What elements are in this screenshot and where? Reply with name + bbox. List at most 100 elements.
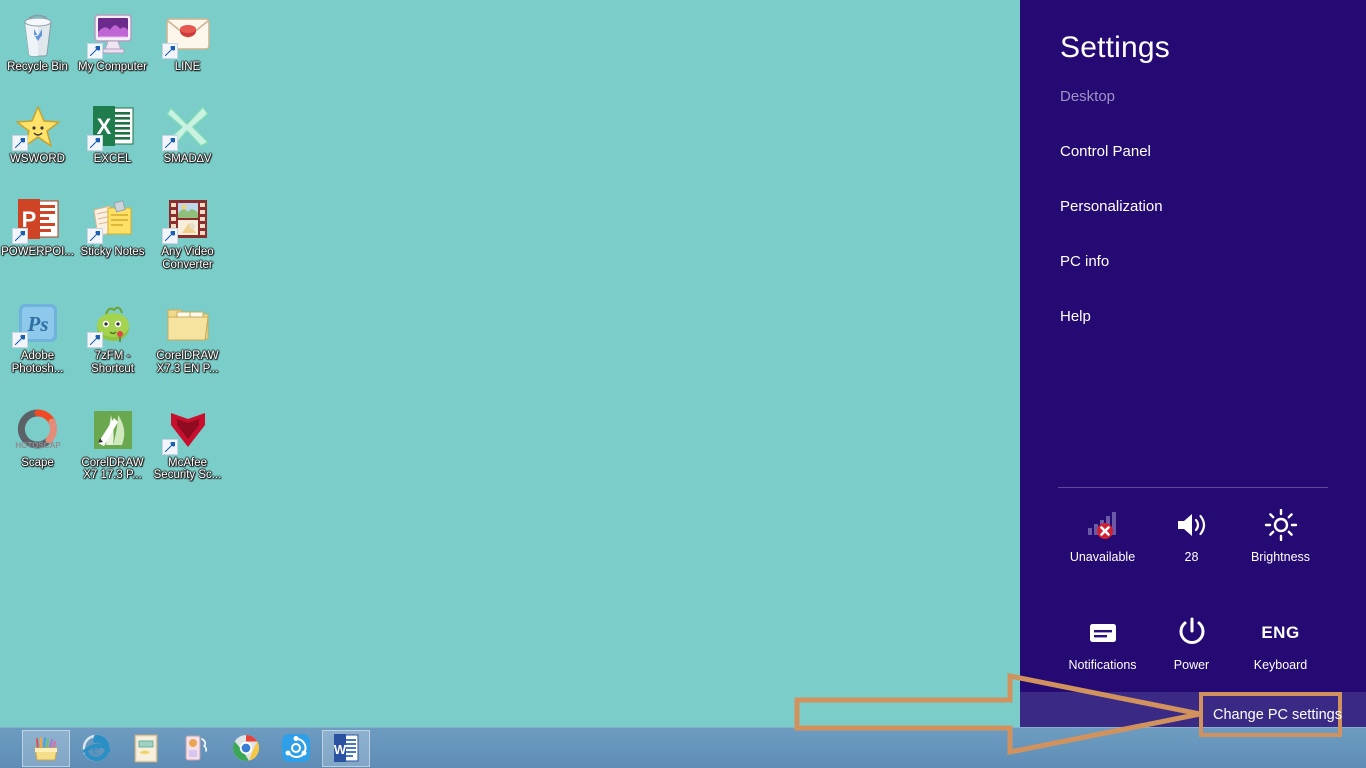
photoshop-icon: Ps xyxy=(11,299,62,349)
desktop-icon-label: Sticky Notes xyxy=(80,246,145,259)
desktop-icon-label: EXCEL xyxy=(93,152,132,165)
shortcut-badge-icon xyxy=(161,228,178,245)
desktop-icon-coreldraw-folder[interactable]: CorelDRAW X7.3 EN P... xyxy=(150,293,225,375)
desktop-icon-excel[interactable]: X EXCEL xyxy=(75,96,150,166)
desktop-icon-powerpoint[interactable]: P POWERPOI... xyxy=(0,189,75,271)
photoscape-icon: PHOTOSCAPE xyxy=(14,406,62,454)
shortcut-badge-icon xyxy=(161,43,178,59)
quick-setting-label: 28 xyxy=(1184,550,1199,564)
7zip-icon xyxy=(86,299,137,349)
settings-link-desktop[interactable]: Desktop xyxy=(1060,82,1350,112)
settings-link-pc-info[interactable]: PC info xyxy=(1060,247,1350,277)
coreldraw-icon xyxy=(89,406,137,454)
desktop-icon-smadav[interactable]: SMAD∆V xyxy=(150,96,225,166)
desktop-icon-label: POWERPOI... xyxy=(1,246,74,259)
desktop-icon-label: Adobe Photosh... xyxy=(11,350,64,375)
quick-setting-label: Notifications xyxy=(1068,658,1137,672)
desktop-icon-recycle-bin[interactable]: Recycle Bin xyxy=(0,4,75,74)
quick-setting-label: Power xyxy=(1173,658,1210,672)
desktop-icon-wsword[interactable]: WSWORD xyxy=(0,96,75,166)
desktop-icon-label: WSWORD xyxy=(10,152,65,165)
google-chrome-icon xyxy=(231,733,261,763)
brightness-icon xyxy=(1264,505,1298,545)
taskbar-item-crayon-box[interactable] xyxy=(22,729,70,767)
shortcut-badge-icon xyxy=(86,134,103,151)
excel-icon: X xyxy=(86,102,137,151)
quick-setting-brightness[interactable]: Brightness xyxy=(1236,505,1325,564)
shortcut-badge-icon xyxy=(11,134,28,151)
quick-setting-label: Brightness xyxy=(1250,550,1311,564)
charm-separator xyxy=(1058,487,1328,488)
taskbar-item-microsoft-word[interactable]: W xyxy=(322,729,370,767)
settings-link-personalization[interactable]: Personalization xyxy=(1060,192,1350,222)
desktop-icon-sticky-notes[interactable]: Sticky Notes xyxy=(75,189,150,271)
volume-icon xyxy=(1175,505,1209,545)
star-icon xyxy=(11,102,62,151)
icon-row: Ps Adobe Photosh... 7zFM - Shortcut Core… xyxy=(0,293,230,375)
taskbar-item-google-chrome[interactable] xyxy=(222,730,270,767)
quick-setting-keyboard[interactable]: ENG Keyboard xyxy=(1236,613,1325,672)
icon-row: P POWERPOI... Sticky Notes Any Video Con… xyxy=(0,189,230,271)
sticky-notes-icon xyxy=(86,195,137,245)
desktop-icon-photoshop[interactable]: Ps Adobe Photosh... xyxy=(0,293,75,375)
powerpoint-icon: P xyxy=(11,195,62,245)
quick-setting-notifications[interactable]: Notifications xyxy=(1058,613,1147,672)
desktop-icon-label: Scape xyxy=(21,456,54,469)
icon-row: PHOTOSCAPE Scape CorelDRAW X7 17.3 P... xyxy=(0,400,230,482)
desktop-icon-7zfm[interactable]: 7zFM - Shortcut xyxy=(75,293,150,375)
desktop-icon-any-video-converter[interactable]: Any Video Converter xyxy=(150,189,225,271)
taskbar-item-shareit[interactable] xyxy=(272,730,320,767)
shortcut-badge-icon xyxy=(11,332,28,349)
mcafee-icon xyxy=(161,406,212,455)
network-unavailable-icon xyxy=(1086,505,1120,545)
svg-text:W: W xyxy=(334,742,347,757)
desktop-icon-coreldraw[interactable]: CorelDRAW X7 17.3 P... xyxy=(75,400,150,482)
icon-row: WSWORD X EXCEL SMAD∆V xyxy=(0,96,230,166)
recycle-bin-icon xyxy=(14,10,62,58)
quick-setting-volume[interactable]: 28 xyxy=(1147,505,1236,564)
icon-row: Recycle Bin My Computer LINE xyxy=(0,4,230,74)
taskbar: e W xyxy=(0,727,1366,768)
any-video-converter-icon xyxy=(161,195,212,245)
settings-charm-pane: Settings Desktop Control Panel Personali… xyxy=(1020,0,1366,768)
settings-link-help[interactable]: Help xyxy=(1060,302,1350,332)
desktop-icon-mcafee[interactable]: McAfee Security Sc... xyxy=(150,400,225,482)
keyboard-language-glyph: ENG xyxy=(1261,623,1300,642)
desktop-icon-photoscape[interactable]: PHOTOSCAPE Scape xyxy=(0,400,75,482)
microsoft-word-icon: W xyxy=(332,733,360,763)
shortcut-badge-icon xyxy=(86,332,103,349)
quick-setting-label: Unavailable xyxy=(1069,550,1136,564)
desktop-icon-label: 7zFM - Shortcut xyxy=(91,350,134,375)
internet-explorer-icon: e xyxy=(81,733,111,763)
desktop-icon-label: Recycle Bin xyxy=(7,61,68,73)
quick-setting-label: Keyboard xyxy=(1253,658,1308,672)
settings-title: Settings xyxy=(1060,31,1170,64)
desktop-icon-label: LINE xyxy=(174,61,201,73)
quick-settings-row: Unavailable 28 Brightness xyxy=(1058,505,1348,564)
taskbar-item-internet-explorer[interactable]: e xyxy=(72,730,120,767)
quick-setting-network[interactable]: Unavailable xyxy=(1058,505,1147,564)
taskbar-item-notepad-book[interactable] xyxy=(122,730,170,767)
shortcut-badge-icon xyxy=(161,134,178,151)
desktop-icon-label: CorelDRAW X7.3 EN P... xyxy=(156,350,219,375)
desktop-icon-line[interactable]: LINE xyxy=(150,4,225,74)
shareit-icon xyxy=(281,733,311,763)
desktop-icon-label: My Computer xyxy=(77,61,148,73)
quick-settings-grid: Unavailable 28 Brightness Notifications … xyxy=(1058,505,1348,672)
quick-setting-power[interactable]: Power xyxy=(1147,613,1236,672)
settings-links-list: Desktop Control Panel Personalization PC… xyxy=(1060,82,1350,357)
taskbar-item-paint-tool[interactable] xyxy=(172,730,220,767)
paint-tool-icon xyxy=(181,733,211,763)
notifications-icon xyxy=(1086,613,1120,653)
shortcut-badge-icon xyxy=(86,43,103,59)
shortcut-badge-icon xyxy=(86,228,103,245)
desktop-icon-label: CorelDRAW X7 17.3 P... xyxy=(81,456,144,482)
shortcut-badge-icon xyxy=(11,228,28,245)
settings-link-control-panel[interactable]: Control Panel xyxy=(1060,137,1350,167)
power-icon xyxy=(1177,613,1207,653)
my-computer-icon xyxy=(86,10,137,59)
desktop-screen: Recycle Bin My Computer LINE WSWORD X EX… xyxy=(0,0,1366,768)
crayon-box-icon xyxy=(31,733,61,763)
desktop-icon-my-computer[interactable]: My Computer xyxy=(75,4,150,74)
keyboard-icon: ENG xyxy=(1261,613,1299,653)
